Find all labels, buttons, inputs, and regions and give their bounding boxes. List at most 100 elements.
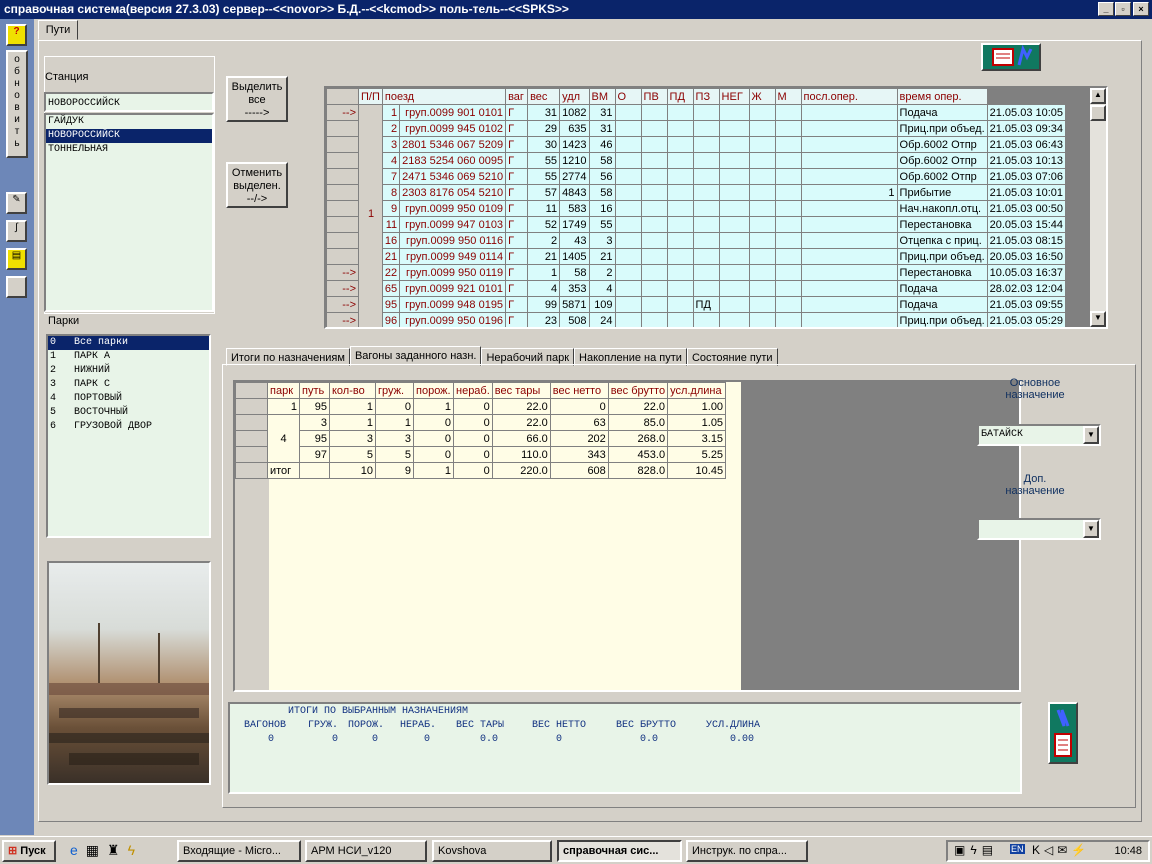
table-row[interactable]: 21 груп.0099 949 0114 Г 21 1405 21 Приц.при об… [326,248,1067,265]
scroll-up-button[interactable]: ▲ [1090,88,1106,104]
table-row[interactable]: 1 95 1 0 1 0 22.0 0 22.0 1.00 [235,398,727,415]
column-header[interactable]: поезд [381,88,507,105]
scroll-down-button[interactable]: ▼ [1090,311,1106,327]
pen-tool-button[interactable]: ✎ [6,192,27,214]
minimize-button[interactable]: _ [1098,2,1114,16]
column-header[interactable]: вес тары [491,382,551,399]
start-button[interactable]: ⊞ Пуск [2,840,56,862]
table-row[interactable]: итог 10 9 1 0 220.0 608 828.0 10.45 [235,462,727,479]
park-item[interactable]: 5 ВОСТОЧНЫЙ [48,406,209,420]
column-header[interactable]: П/П [358,88,383,105]
curve-tool-button[interactable]: ∫ [6,220,27,242]
table-row[interactable]: 7 2471 5346 069 5210 Г 55 2774 56 Обр.6002 Отп… [326,168,1067,185]
report-button[interactable] [981,43,1041,71]
table-row[interactable]: --> 65 груп.0099 921 0101 Г 4 353 4 Подача 28.02… [326,280,1067,297]
column-header[interactable]: ваг [505,88,529,105]
table-row[interactable]: --> 96 груп.0099 950 0196 Г 23 508 24 Приц.при … [326,312,1067,327]
column-header[interactable]: время опер. [896,88,988,105]
column-header[interactable]: груж. [375,382,414,399]
column-header[interactable]: ВМ [588,88,616,105]
station-input[interactable]: НОВОРОССИЙСК [44,92,214,112]
list-item[interactable]: НОВОРОССИЙСК [46,129,212,143]
column-header[interactable]: парк [267,382,300,399]
column-header[interactable]: путь [299,382,330,399]
column-header[interactable]: вес нетто [549,382,609,399]
column-header[interactable]: ПЗ [692,88,720,105]
ie-icon[interactable]: e [70,842,86,858]
table-row[interactable]: 9 груп.0099 950 0109 Г 11 583 16 Нач.накопл.от… [326,200,1067,217]
blank-tool-button[interactable] [6,276,27,298]
station-list[interactable]: ГАЙДУК НОВОРОССИЙСК ТОННЕЛЬНАЯ [44,113,214,312]
print-report-button[interactable] [1048,702,1078,764]
list-item[interactable]: ТОННЕЛЬНАЯ [46,143,212,157]
table-row[interactable]: 4 3 1 1 0 0 22.0 63 85.0 1.05 [235,414,727,463]
scroll-thumb[interactable] [1090,105,1106,121]
park-item[interactable]: 0 Все парки [48,336,209,350]
column-header[interactable]: усл.длина [667,382,727,399]
taskbar-task[interactable]: АРМ НСИ_v120 [305,840,427,862]
column-header[interactable]: посл.опер. [800,88,898,105]
table-cell: 95 [381,296,401,313]
extra-destination-select[interactable]: ▼ [977,518,1101,540]
park-item[interactable]: 6 ГРУЗОВОЙ ДВОР [48,420,209,434]
column-header[interactable]: кол-во [329,382,376,399]
table-row[interactable]: 16 груп.0099 950 0116 Г 2 43 3 Отцепка с приц.… [326,232,1067,249]
column-header[interactable]: ПВ [640,88,668,105]
column-header[interactable]: удл [559,88,590,105]
table-cell: 21.05.03 05:29 [986,312,1067,327]
column-header[interactable]: М [774,88,802,105]
chevron-down-icon[interactable]: ▼ [1083,426,1099,444]
table-cell: Г [505,248,529,265]
taskbar-task[interactable]: Kovshova [432,840,552,862]
table-row[interactable]: 2 груп.0099 945 0102 Г 29 635 31 Приц.при объе… [326,120,1067,137]
parks-list[interactable]: 0 Все парки 1 ПАРК А2 НИЖНИЙ 3 ПАРК С4 ПОР… [46,334,211,538]
column-header[interactable]: НЕГ [718,88,750,105]
trains-scrollbar[interactable]: ▲ ▼ [1090,88,1106,327]
column-header[interactable]: ПД [666,88,694,105]
chevron-down-icon[interactable]: ▼ [1083,520,1099,538]
table-cell: Г [505,104,529,121]
print-tool-button[interactable]: ▤ [6,248,27,270]
table-row[interactable]: 3 2801 5346 067 5209 Г 30 1423 46 Обр.6002 Отп… [326,136,1067,153]
park-item[interactable]: 4 ПОРТОВЫЙ [48,392,209,406]
park-item[interactable]: 1 ПАРК А [48,350,209,364]
network-icon[interactable]: ♜ [107,842,128,858]
column-header[interactable]: Ж [748,88,776,105]
tab-puti[interactable]: Пути [38,20,78,40]
taskbar-task[interactable]: Входящие - Micro... [177,840,301,862]
table-row[interactable]: 95 3 3 0 0 66.0 202 268.0 3.15 [235,430,727,447]
column-header[interactable]: порож. [413,382,454,399]
table-cell: 55 [588,216,616,233]
desktop-icon[interactable]: ▦ [86,842,107,858]
column-header[interactable]: О [614,88,642,105]
park-item[interactable]: 3 ПАРК С [48,378,209,392]
select-all-button[interactable]: Выделить все -----> [226,76,288,122]
column-header[interactable]: вес [527,88,561,105]
help-button[interactable]: ? [6,24,27,46]
table-row[interactable]: --> 22 груп.0099 950 0119 Г 1 58 2 Перестановка… [326,264,1067,281]
table-row[interactable]: 11 груп.0099 947 0103 Г 52 1749 55 Перестановк… [326,216,1067,233]
subtab[interactable]: Вагоны заданного назн. [349,346,482,366]
refresh-button[interactable]: обновить [6,50,28,158]
lightning-icon[interactable]: ϟ [128,842,143,858]
table-row[interactable]: 4 2183 5254 060 0095 Г 55 1210 58 Обр.6002 Отп… [326,152,1067,169]
close-button[interactable]: × [1133,2,1149,16]
taskbar-task[interactable]: справочная сис... [557,840,682,862]
table-cell [800,264,898,281]
maximize-button[interactable]: ▫ [1115,2,1131,16]
table-cell [326,168,359,185]
taskbar-task[interactable]: Инструк. по спра... [686,840,808,862]
park-item[interactable]: 2 НИЖНИЙ [48,364,209,378]
list-item[interactable]: ГАЙДУК [46,115,212,129]
table-row[interactable]: 97 5 5 0 0 110.0 343 453.0 5.25 [235,446,727,463]
window-title-bar: справочная система(версия 27.3.03) серве… [0,0,1152,19]
language-indicator[interactable]: EN [1010,844,1025,854]
table-row[interactable]: 8 2303 8176 054 5210 Г 57 4843 58 1 Прибытие 21.… [326,184,1067,201]
table-cell [774,168,802,185]
column-header[interactable]: вес брутто [607,382,669,399]
column-header[interactable]: нераб. [453,382,493,399]
main-destination-select[interactable]: БАТАЙСК ▼ [977,424,1101,446]
cancel-selection-button[interactable]: Отменить выделен. --/-> [226,162,288,208]
table-row[interactable]: --> 95 груп.0099 948 0195 Г 99 5871 109 ПД Подач… [326,296,1067,313]
table-row[interactable]: --> 1 груп.0099 901 0101 Г 31 1082 31 Подача 21.… [326,104,1067,327]
